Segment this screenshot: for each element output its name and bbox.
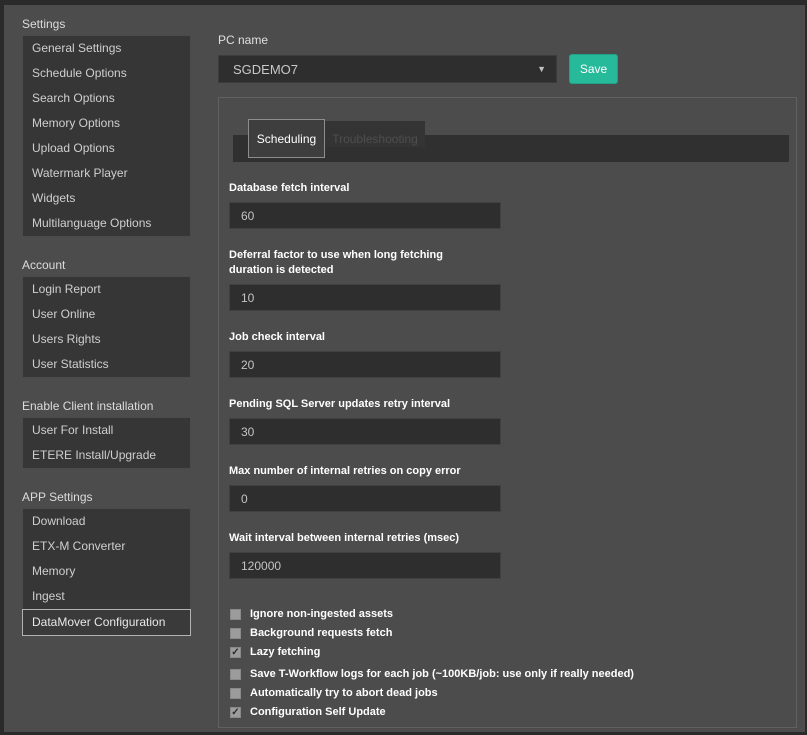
lazy-fetching-checkbox[interactable]: ✓ [230,647,241,658]
sidebar-item-widgets[interactable]: Widgets [23,186,190,211]
field-max-internal-retries: Max number of internal retries on copy e… [229,464,796,512]
checkbox-group: Ignore non-ingested assets Background re… [219,598,796,719]
tab-bar: Troubleshooting Scheduling [219,98,796,164]
sidebar: Settings General Settings Schedule Optio… [4,5,191,732]
settings-panel: Troubleshooting Scheduling Database fetc… [218,97,797,728]
check-label: Automatically try to abort dead jobs [250,687,438,700]
field-pending-sql-retry-interval: Pending SQL Server updates retry interva… [229,397,796,445]
check-label: Background requests fetch [250,627,392,640]
sidebar-item-ingest[interactable]: Ingest [23,584,190,609]
sidebar-header-client-installation: Enable Client installation [22,400,191,413]
field-label: Database fetch interval [229,181,484,196]
sidebar-item-watermark-player[interactable]: Watermark Player [23,161,190,186]
sidebar-item-memory[interactable]: Memory [23,559,190,584]
sidebar-item-memory-options[interactable]: Memory Options [23,111,190,136]
sidebar-item-etx-m-converter[interactable]: ETX-M Converter [23,534,190,559]
sidebar-header-settings: Settings [22,18,191,31]
sidebar-header-app-settings: APP Settings [22,491,191,504]
field-label: Max number of internal retries on copy e… [229,464,484,479]
field-deferral-factor: Deferral factor to use when long fetchin… [229,248,796,311]
sidebar-item-general-settings[interactable]: General Settings [23,36,190,61]
check-label: Lazy fetching [250,646,320,659]
job-check-interval-input[interactable] [229,351,501,378]
field-job-check-interval: Job check interval [229,330,796,378]
sidebar-group-settings: General Settings Schedule Options Search… [22,35,191,237]
database-fetch-interval-input[interactable] [229,202,501,229]
field-database-fetch-interval: Database fetch interval [229,181,796,229]
field-label: Deferral factor to use when long fetchin… [229,248,484,278]
sidebar-group-account: Login Report User Online Users Rights Us… [22,276,191,378]
sidebar-group-app-settings: Download ETX-M Converter Memory Ingest D… [22,508,191,636]
sidebar-group-client-installation: User For Install ETERE Install/Upgrade [22,417,191,469]
wait-interval-retries-input[interactable] [229,552,501,579]
field-label: Pending SQL Server updates retry interva… [229,397,484,412]
field-wait-interval-retries: Wait interval between internal retries (… [229,531,796,579]
check-label: Ignore non-ingested assets [250,608,393,621]
sidebar-item-user-for-install[interactable]: User For Install [23,418,190,443]
save-tworkflow-logs-checkbox[interactable] [230,669,241,680]
checkrow-ignore-non-ingested: Ignore non-ingested assets [230,608,796,621]
max-internal-retries-input[interactable] [229,485,501,512]
chevron-down-icon: ▼ [537,64,546,74]
check-label: Save T-Workflow logs for each job (~100K… [250,668,634,681]
sidebar-item-etere-install-upgrade[interactable]: ETERE Install/Upgrade [23,443,190,468]
checkrow-configuration-self-update: ✓ Configuration Self Update [230,706,796,719]
background-requests-checkbox[interactable] [230,628,241,639]
sidebar-item-datamover-configuration[interactable]: DataMover Configuration [22,609,191,636]
sidebar-header-account: Account [22,259,191,272]
pc-name-row: SGDEMO7 ▼ Save [218,54,805,84]
pc-name-selected-value: SGDEMO7 [233,62,537,77]
sidebar-item-user-online[interactable]: User Online [23,302,190,327]
checkrow-save-tworkflow-logs: Save T-Workflow logs for each job (~100K… [230,668,796,681]
settings-window: Settings General Settings Schedule Optio… [0,0,807,735]
deferral-factor-input[interactable] [229,284,501,311]
configuration-self-update-checkbox[interactable]: ✓ [230,707,241,718]
checkrow-abort-dead-jobs: Automatically try to abort dead jobs [230,687,796,700]
tab-scheduling[interactable]: Scheduling [248,119,325,158]
abort-dead-jobs-checkbox[interactable] [230,688,241,699]
field-label: Wait interval between internal retries (… [229,531,484,546]
pc-name-label: PC name [218,33,805,47]
sidebar-item-users-rights[interactable]: Users Rights [23,327,190,352]
check-label: Configuration Self Update [250,706,386,719]
checkrow-lazy-fetching: ✓ Lazy fetching [230,646,796,659]
save-button[interactable]: Save [569,54,618,84]
main-content: PC name SGDEMO7 ▼ Save Troubleshooting S… [191,5,805,732]
scheduling-form: Database fetch interval Deferral factor … [219,164,796,579]
sidebar-item-download[interactable]: Download [23,509,190,534]
sidebar-item-multilanguage-options[interactable]: Multilanguage Options [23,211,190,236]
field-label: Job check interval [229,330,484,345]
sidebar-item-login-report[interactable]: Login Report [23,277,190,302]
checkrow-background-requests: Background requests fetch [230,627,796,640]
sidebar-item-upload-options[interactable]: Upload Options [23,136,190,161]
pending-sql-retry-interval-input[interactable] [229,418,501,445]
sidebar-item-search-options[interactable]: Search Options [23,86,190,111]
ignore-non-ingested-checkbox[interactable] [230,609,241,620]
pc-name-select[interactable]: SGDEMO7 ▼ [218,55,557,83]
sidebar-item-schedule-options[interactable]: Schedule Options [23,61,190,86]
sidebar-item-user-statistics[interactable]: User Statistics [23,352,190,377]
tab-troubleshooting[interactable]: Troubleshooting [325,121,425,147]
